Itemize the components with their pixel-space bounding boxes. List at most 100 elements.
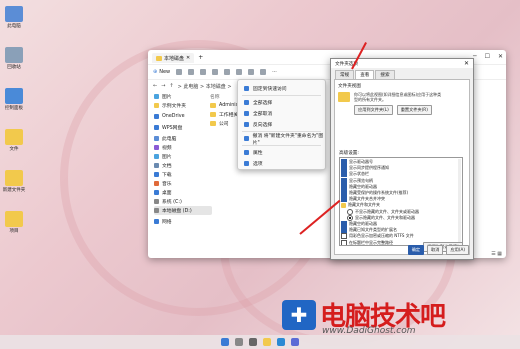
cancel-button[interactable]: 取消 xyxy=(427,245,444,255)
desktop-icon[interactable]: 项目 xyxy=(2,211,26,234)
delete-icon[interactable] xyxy=(236,69,243,75)
cut-icon[interactable] xyxy=(176,69,183,75)
sidebar-item[interactable]: 本地磁盘 (D:) xyxy=(154,206,212,215)
desktop-icon[interactable]: 控制面板 xyxy=(2,88,26,111)
music-icon xyxy=(154,181,159,186)
sidebar-item[interactable]: 音乐 xyxy=(154,179,212,188)
checkbox[interactable] xyxy=(341,171,347,178)
sidebar-item[interactable]: 下载 xyxy=(154,170,212,179)
context-menu-label: 全部选择 xyxy=(253,101,273,106)
sidebar-item[interactable]: 桌面 xyxy=(154,188,212,197)
context-menu-item[interactable]: 固定到快速访问 xyxy=(238,83,325,94)
checkbox[interactable] xyxy=(341,190,347,197)
apply-to-folders-button[interactable]: 应用到文件夹(L) xyxy=(354,105,393,115)
view-toggle-icon[interactable]: ☰ ▦ xyxy=(491,251,502,257)
dialog-tab[interactable]: 查看 xyxy=(355,70,375,79)
folder-views-label: 文件夹视图 xyxy=(338,84,361,89)
desktop-icon-image xyxy=(5,129,23,145)
close-icon[interactable]: ✕ xyxy=(498,53,503,60)
checkbox[interactable] xyxy=(341,177,347,184)
share-icon[interactable] xyxy=(224,69,231,75)
context-menu-item[interactable]: 反向选择 xyxy=(238,119,325,130)
desktop-icon[interactable]: 文件 xyxy=(2,129,26,152)
advanced-setting-label: 隐藏文件和文件夹 xyxy=(348,202,380,208)
radio-button[interactable] xyxy=(347,214,353,221)
context-menu-item[interactable]: 撤消 将"新建文件夹"重命名为"图片" xyxy=(238,133,325,146)
sidebar-item[interactable]: 图片 xyxy=(154,92,212,101)
folder-options-dialog: 文件夹选项 ✕ 常规 查看 搜索 文件夹视图 你可以将此视图(如详细信息或图标)应用… xyxy=(330,58,474,260)
explorer-tab-label: 本地磁盘 xyxy=(164,55,185,62)
advanced-settings-list: 显示驱动器号 显示同步提供程序通知 显示状态栏 显示预览句柄 隐藏空的驱动器 隐藏受保护的… xyxy=(339,157,463,246)
sort-icon[interactable] xyxy=(248,69,255,75)
close-icon[interactable]: ✕ xyxy=(464,60,469,67)
dialog-tab[interactable]: 搜索 xyxy=(375,70,395,79)
start-icon[interactable] xyxy=(221,338,229,346)
checkbox[interactable] xyxy=(341,165,347,172)
context-menu-item[interactable]: 属性 xyxy=(238,147,325,158)
copy-icon[interactable] xyxy=(188,69,195,75)
context-menu-item[interactable]: 选项 xyxy=(238,158,325,169)
checkbox[interactable] xyxy=(341,183,347,190)
back-icon[interactable]: ← xyxy=(153,83,157,89)
desktop-icon[interactable]: 此电脑 xyxy=(2,6,26,29)
rename-icon[interactable] xyxy=(212,69,219,75)
reset-folders-button[interactable]: 重置文件夹(R) xyxy=(396,105,432,115)
task-view-icon[interactable] xyxy=(249,338,257,346)
sidebar-item[interactable]: 视频 xyxy=(154,143,212,152)
file-name: 工作相关 xyxy=(219,113,239,118)
new-tab-icon[interactable]: + xyxy=(198,54,203,61)
edge-icon[interactable] xyxy=(277,338,285,346)
drive-icon xyxy=(154,199,159,204)
desktop-icon[interactable]: 回收站 xyxy=(2,47,26,70)
download-icon xyxy=(154,172,159,177)
desktop-icon-image xyxy=(5,88,23,104)
sidebar-item[interactable]: 示例文件夹 xyxy=(154,101,212,110)
checkbox[interactable] xyxy=(341,227,347,234)
checkbox[interactable] xyxy=(341,239,347,245)
sidebar-item[interactable]: 网络 xyxy=(154,217,212,226)
checkbox[interactable] xyxy=(341,220,347,227)
radio-button[interactable] xyxy=(347,208,353,215)
file-explorer-icon[interactable] xyxy=(263,338,271,346)
menu-item-icon xyxy=(244,161,249,166)
maximize-icon[interactable]: ☐ xyxy=(485,53,490,60)
checkbox[interactable] xyxy=(341,196,347,203)
paste-icon[interactable] xyxy=(200,69,207,75)
sidebar-item[interactable]: 系统 (C:) xyxy=(154,197,212,206)
context-menu-item[interactable]: 全部取消 xyxy=(238,108,325,119)
new-button[interactable]: ⊕ New xyxy=(153,69,170,75)
advanced-setting-label: 在标题栏中显示完整路径 xyxy=(349,239,393,245)
sidebar-item-label: 系统 (C:) xyxy=(162,200,182,205)
context-menu-item[interactable]: 全部选择 xyxy=(238,97,325,108)
checkbox[interactable] xyxy=(341,233,347,240)
desktop-icon-label: 新建文件夹 xyxy=(2,188,26,193)
sidebar-item[interactable]: 文档 xyxy=(154,161,212,170)
sidebar-item[interactable]: OneDrive xyxy=(154,112,212,121)
view-icon[interactable] xyxy=(260,69,267,75)
more-icon[interactable]: ··· xyxy=(272,69,277,75)
sidebar-item[interactable]: WPS网盘 xyxy=(154,123,212,132)
desktop-icon-label: 项目 xyxy=(9,229,19,234)
explorer-tab[interactable]: 本地磁盘 ✕ xyxy=(152,53,195,63)
sidebar-item-label: 音乐 xyxy=(162,182,172,187)
scrollbar[interactable] xyxy=(458,159,461,242)
dialog-tab[interactable]: 常规 xyxy=(335,70,355,79)
store-icon[interactable] xyxy=(291,338,299,346)
forward-icon[interactable]: → xyxy=(161,83,165,89)
desktop-icon[interactable]: 新建文件夹 xyxy=(2,170,26,193)
close-tab-icon[interactable]: ✕ xyxy=(186,55,190,61)
up-icon[interactable]: ↑ xyxy=(169,83,173,89)
advanced-setting-label: 显示预览句柄 xyxy=(349,177,373,183)
ok-button[interactable]: 确定 xyxy=(407,245,425,255)
apply-button[interactable]: 应用(A) xyxy=(446,245,469,255)
folder-icon xyxy=(341,202,346,208)
menu-item-icon xyxy=(244,136,249,141)
sidebar-item[interactable]: 此电脑 xyxy=(154,134,212,143)
search-icon[interactable] xyxy=(235,338,243,346)
pictures-icon xyxy=(154,154,159,159)
checkbox[interactable] xyxy=(341,159,347,166)
sidebar-item[interactable]: 图片 xyxy=(154,152,212,161)
address-bar[interactable]: > 此电脑 > 本地磁盘 > xyxy=(178,83,232,90)
computer-icon xyxy=(154,136,159,141)
context-menu-label: 撤消 将"新建文件夹"重命名为"图片" xyxy=(252,133,324,146)
